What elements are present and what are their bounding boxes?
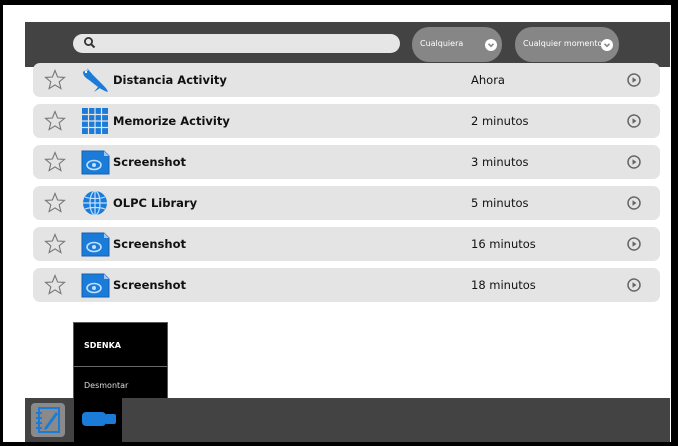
list-item[interactable]: Memorize Activity 2 minutos: [33, 104, 660, 138]
star-icon[interactable]: [43, 232, 67, 256]
list-item[interactable]: Distancia Activity Ahora: [33, 63, 660, 97]
search-icon: [84, 37, 96, 49]
star-icon[interactable]: [43, 150, 67, 174]
resume-icon[interactable]: [627, 73, 641, 87]
time-filter-label: Cualquier momento: [523, 39, 603, 48]
resume-icon[interactable]: [627, 278, 641, 292]
star-icon[interactable]: [43, 273, 67, 297]
list-item[interactable]: OLPC Library 5 minutos: [33, 186, 660, 220]
entry-time: Ahora: [471, 73, 505, 87]
journal-toolbar: Cualquiera Cualquier momento: [25, 22, 670, 67]
image-file-icon: [81, 273, 110, 298]
image-file-icon: [81, 150, 110, 175]
image-file-icon: [81, 232, 110, 257]
volumes-toolbar: [25, 398, 670, 442]
entry-time: 16 minutos: [471, 237, 536, 251]
journal-icon: [36, 407, 60, 433]
entry-title: Screenshot: [113, 278, 186, 292]
star-icon[interactable]: [43, 68, 67, 92]
entry-title: Screenshot: [113, 155, 186, 169]
memorize-activity-icon: [82, 108, 108, 134]
screen: Cualquiera Cualquier momento Distancia A…: [0, 0, 678, 446]
resume-icon[interactable]: [627, 114, 641, 128]
list-item[interactable]: Screenshot 16 minutos: [33, 227, 660, 261]
star-icon[interactable]: [43, 109, 67, 133]
entry-time: 18 minutos: [471, 278, 536, 292]
entry-time: 3 minutos: [471, 155, 529, 169]
unmount-menu-item[interactable]: Desmontar: [84, 381, 128, 390]
list-item[interactable]: Screenshot 3 minutos: [33, 145, 660, 179]
device-name: SDENKA: [84, 341, 121, 350]
journal-window: Cualquiera Cualquier momento Distancia A…: [3, 5, 671, 442]
globe-icon: [83, 190, 107, 216]
chevron-down-icon: [601, 39, 613, 51]
chevron-down-icon: [485, 39, 497, 51]
type-filter-dropdown[interactable]: Cualquiera: [412, 27, 502, 62]
type-filter-label: Cualquiera: [420, 39, 464, 48]
list-item[interactable]: Screenshot 18 minutos: [33, 268, 660, 302]
search-input[interactable]: [73, 34, 400, 53]
entry-title: Memorize Activity: [113, 114, 230, 128]
usb-drive-button[interactable]: [74, 398, 122, 442]
resume-icon[interactable]: [627, 237, 641, 251]
entry-time: 5 minutos: [471, 196, 529, 210]
journal-button[interactable]: [31, 403, 65, 437]
usb-drive-icon: [82, 412, 116, 426]
entry-title: Screenshot: [113, 237, 186, 251]
star-icon[interactable]: [43, 191, 67, 215]
entry-title: Distancia Activity: [113, 73, 227, 87]
entry-title: OLPC Library: [113, 196, 198, 210]
time-filter-dropdown[interactable]: Cualquier momento: [515, 27, 619, 62]
menu-divider: [74, 366, 167, 367]
distance-activity-icon: [83, 68, 108, 92]
resume-icon[interactable]: [627, 155, 641, 169]
resume-icon[interactable]: [627, 196, 641, 210]
entry-time: 2 minutos: [471, 114, 529, 128]
